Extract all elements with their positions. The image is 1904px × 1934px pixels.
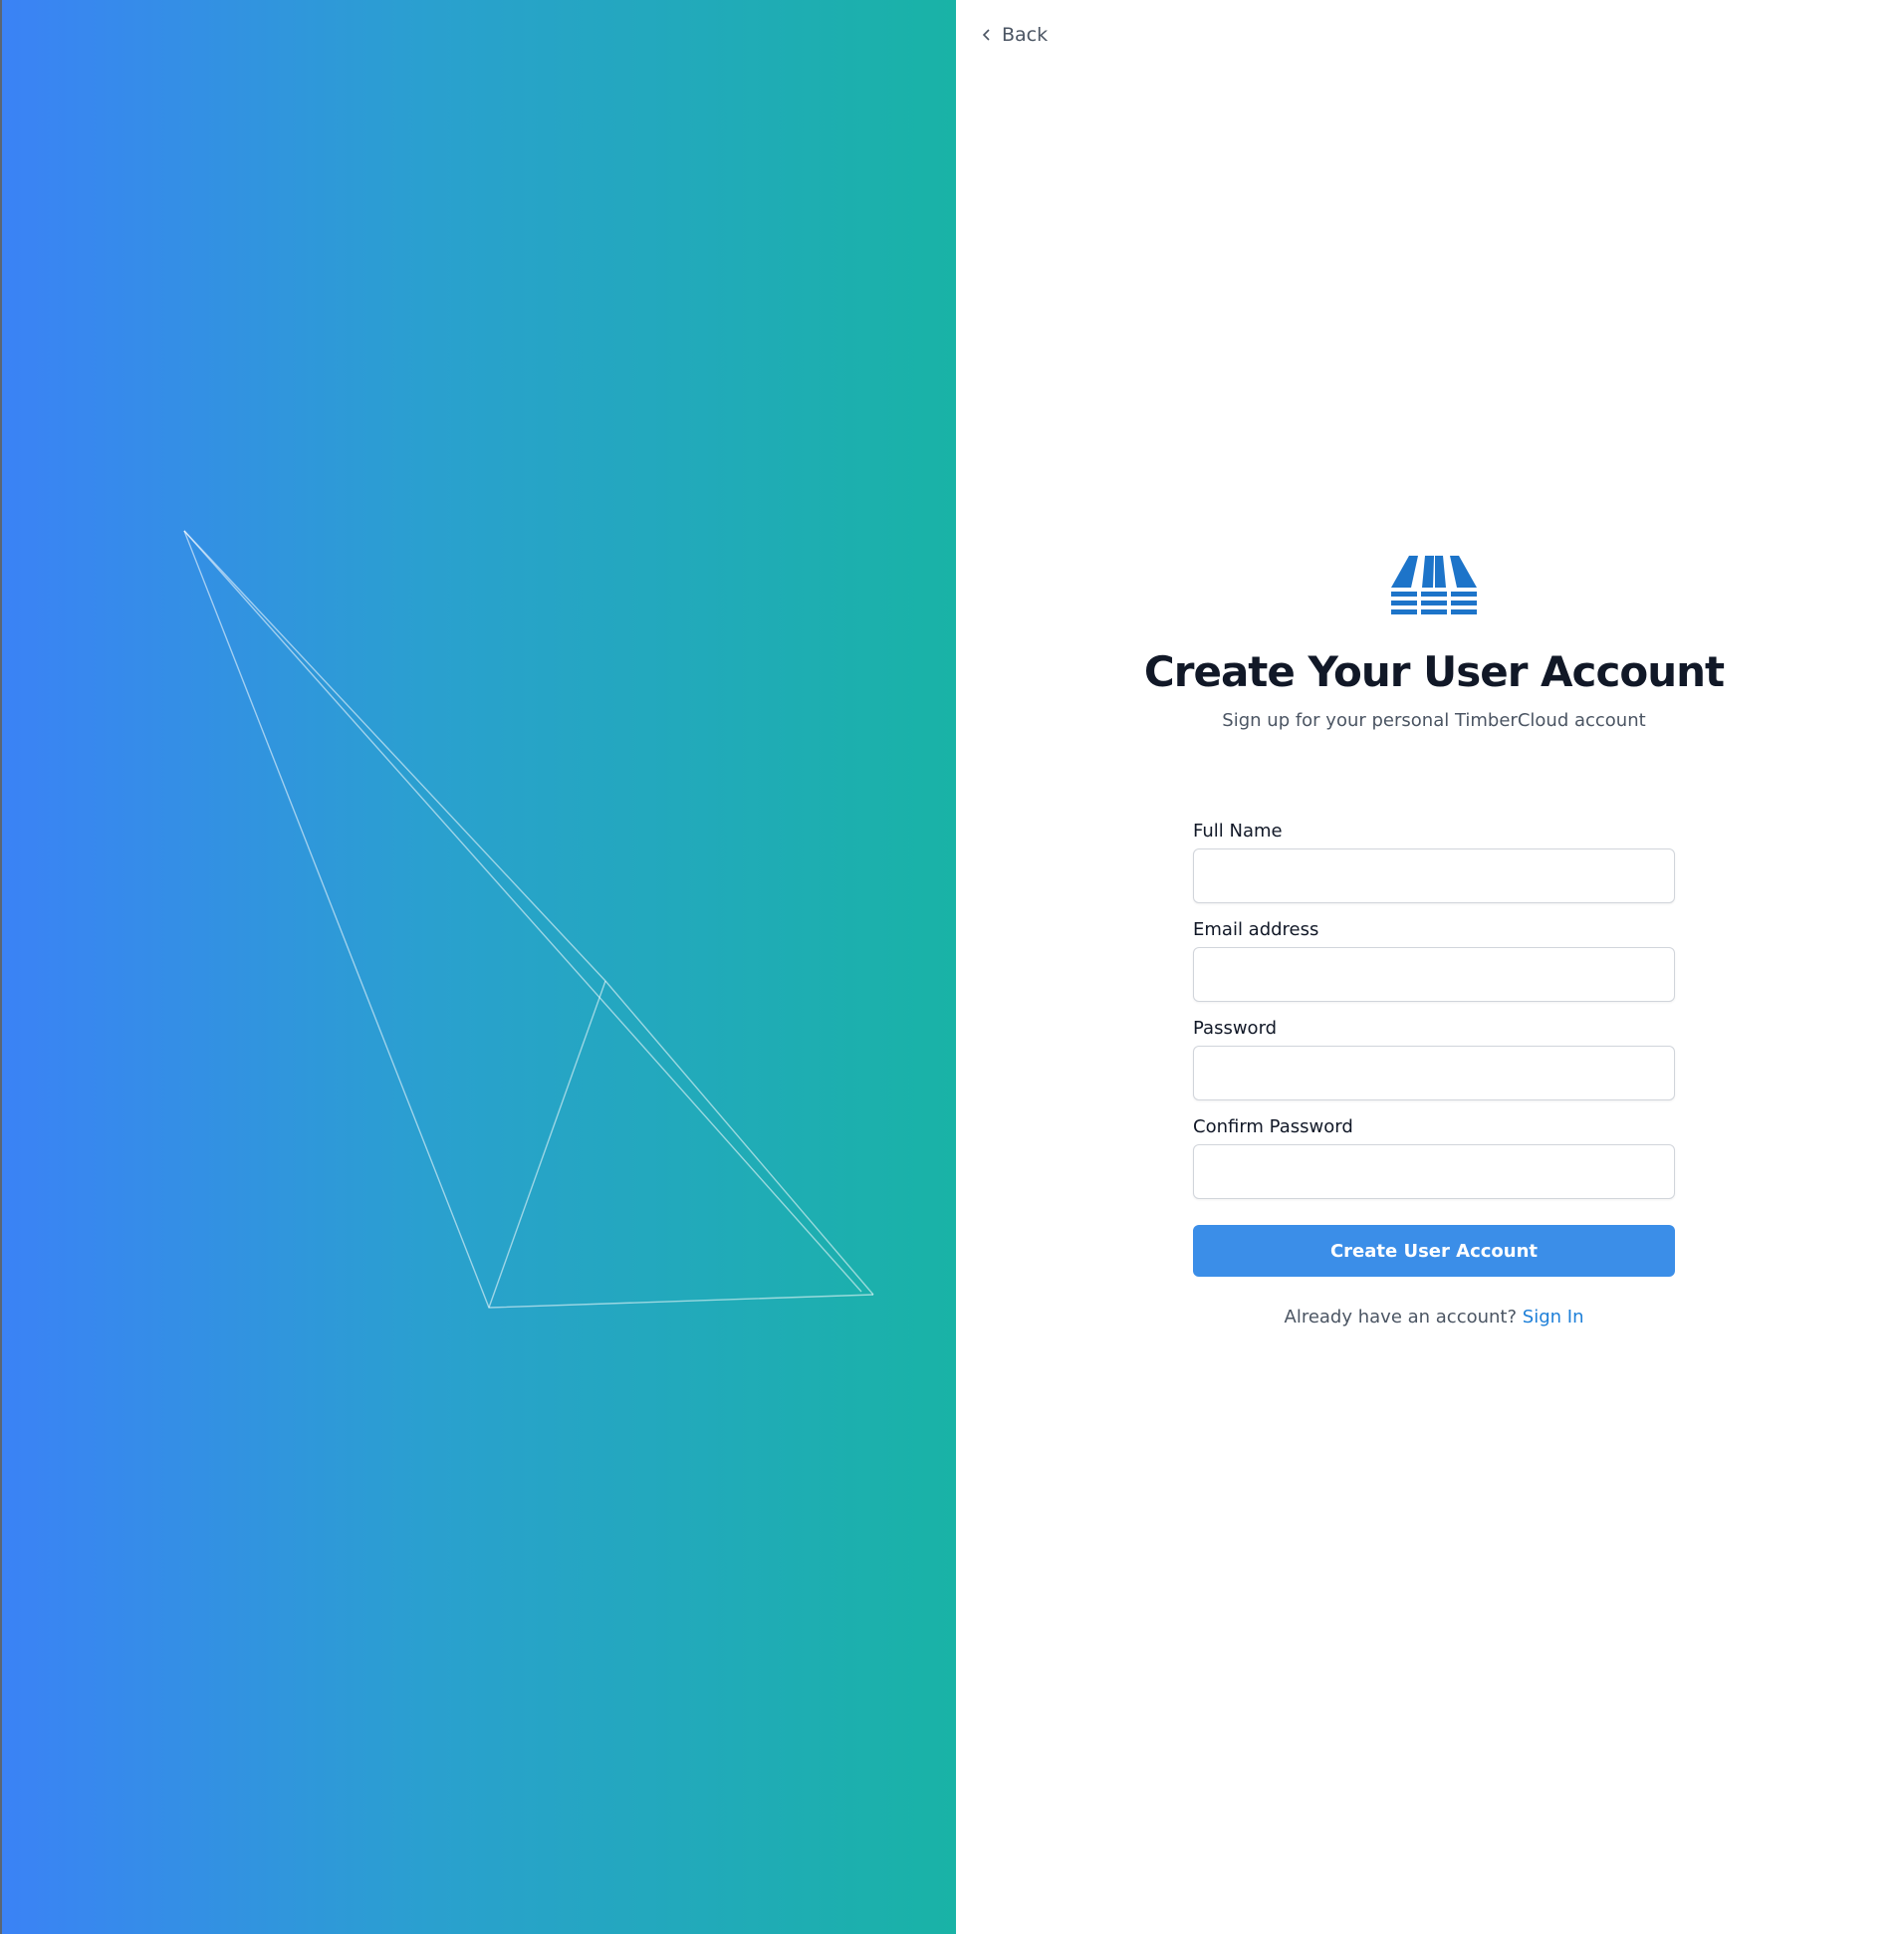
password-field: Password [1193, 1018, 1675, 1100]
email-field: Email address [1193, 919, 1675, 1002]
signin-prompt: Already have an account? Sign In [1285, 1307, 1584, 1328]
signin-link[interactable]: Sign In [1523, 1307, 1584, 1328]
full-name-label: Full Name [1193, 821, 1283, 842]
signup-form-container: Create Your User Account Sign up for you… [1144, 554, 1725, 1328]
signin-prompt-text: Already have an account? [1284, 1307, 1518, 1328]
paper-plane-illustration [183, 530, 874, 1309]
full-name-field: Full Name [1193, 821, 1675, 903]
signup-fields: Full Name Email address Password Confirm… [1193, 821, 1675, 1277]
back-link[interactable]: Back [980, 24, 1048, 46]
chevron-left-icon [982, 29, 990, 41]
full-name-input[interactable] [1193, 848, 1675, 903]
form-panel: Back Create Your User Account Sign up fo… [956, 0, 1904, 1934]
confirm-password-field: Confirm Password [1193, 1116, 1675, 1199]
create-account-button[interactable]: Create User Account [1193, 1225, 1675, 1277]
email-label: Email address [1193, 919, 1319, 940]
email-input[interactable] [1193, 947, 1675, 1002]
timbercloud-logo-icon [1391, 556, 1477, 614]
password-input[interactable] [1193, 1046, 1675, 1100]
back-label: Back [1002, 24, 1049, 46]
password-label: Password [1193, 1018, 1278, 1039]
confirm-password-input[interactable] [1193, 1144, 1675, 1199]
page-subtitle: Sign up for your personal TimberCloud ac… [1222, 710, 1646, 731]
signup-page: Back Create Your User Account Sign up fo… [0, 0, 1904, 1934]
page-title: Create Your User Account [1143, 647, 1725, 696]
confirm-password-label: Confirm Password [1193, 1116, 1353, 1137]
hero-panel [0, 0, 956, 1934]
